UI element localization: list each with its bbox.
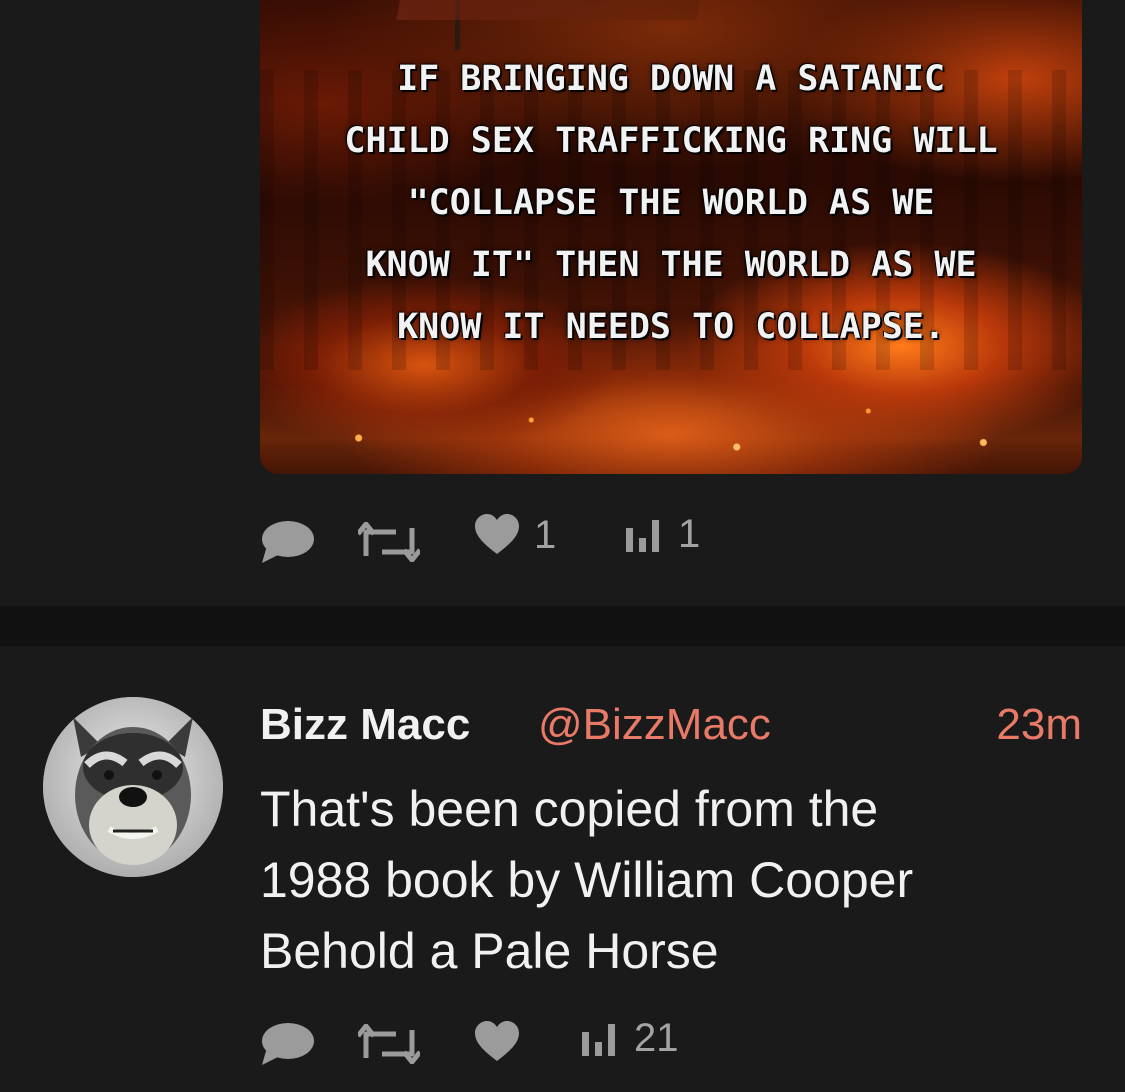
repost-icon xyxy=(358,522,420,562)
repost-button[interactable] xyxy=(358,522,420,562)
speech-bubble-icon xyxy=(260,519,316,565)
heart-icon xyxy=(474,1021,520,1063)
post-top[interactable]: IF BRINGING DOWN A SATANIC CHILD SEX TRA… xyxy=(0,0,1125,606)
like-button[interactable] xyxy=(474,1021,520,1063)
view-count: 21 xyxy=(634,1016,679,1060)
reply-button[interactable] xyxy=(260,1021,316,1067)
like-button[interactable]: 1 xyxy=(474,514,556,556)
bar-chart-icon xyxy=(624,514,664,554)
like-count: 1 xyxy=(534,513,557,557)
repost-button[interactable] xyxy=(358,1024,420,1064)
bar-chart-icon xyxy=(580,1018,620,1058)
post-actions: 21 xyxy=(0,646,1125,1092)
view-count: 1 xyxy=(678,512,701,556)
post-divider xyxy=(0,606,1125,646)
post-actions: 1 1 xyxy=(0,0,1125,606)
heart-icon xyxy=(474,514,520,556)
views-button[interactable]: 1 xyxy=(624,514,700,554)
repost-icon xyxy=(358,1024,420,1064)
post-reply[interactable]: Bizz Macc @BizzMacc 23m That's been copi… xyxy=(0,646,1125,1092)
feed: IF BRINGING DOWN A SATANIC CHILD SEX TRA… xyxy=(0,0,1125,1092)
speech-bubble-icon xyxy=(260,1021,316,1067)
reply-button[interactable] xyxy=(260,519,316,565)
views-button[interactable]: 21 xyxy=(580,1018,679,1058)
